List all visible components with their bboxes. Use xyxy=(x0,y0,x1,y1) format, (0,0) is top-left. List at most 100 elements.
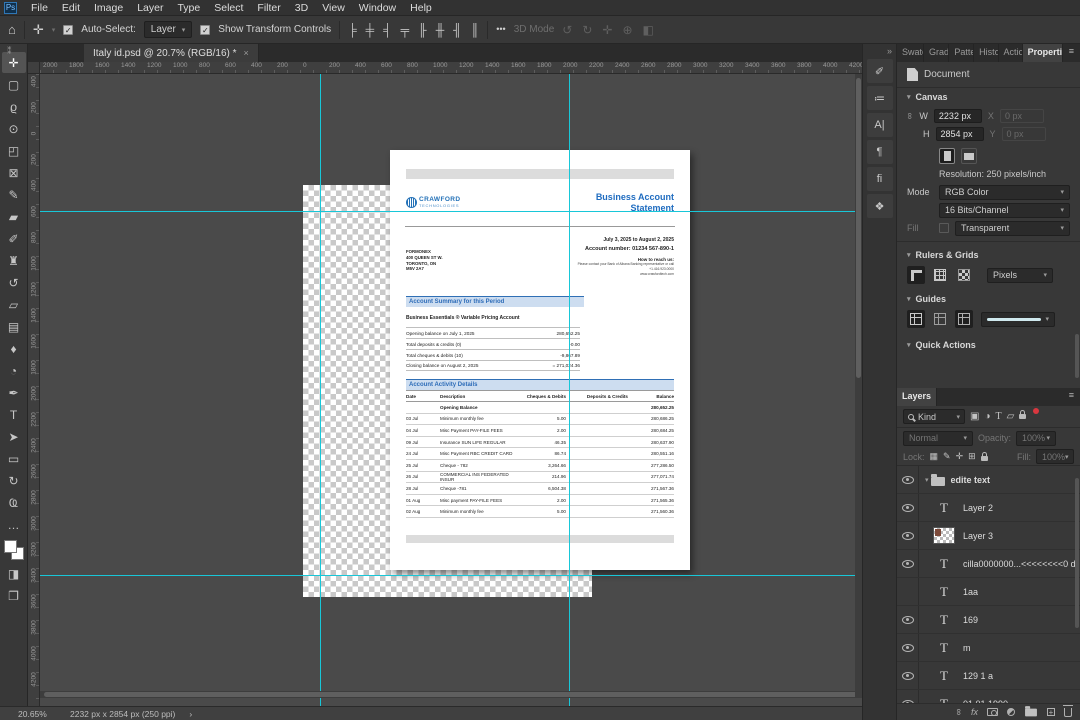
auto-select-target-dropdown[interactable]: Layer ▾ xyxy=(143,21,193,38)
move-tool-preset-icon[interactable]: ✛ xyxy=(33,23,44,36)
panel-menu-icon[interactable]: ≡ xyxy=(1063,44,1080,62)
brush-settings-panel-icon[interactable]: ≔ xyxy=(866,86,893,110)
toggle-guides-button[interactable] xyxy=(907,310,925,328)
guide-horizontal[interactable] xyxy=(40,211,862,212)
toggle-transparency-button[interactable] xyxy=(955,266,973,284)
group-expand-icon[interactable]: ▾ xyxy=(925,476,929,484)
healing-brush-tool[interactable]: ▰ xyxy=(2,206,26,227)
move-tool[interactable]: ✛ xyxy=(1,52,26,73)
layer-style-icon[interactable]: fx xyxy=(971,707,978,717)
bit-depth-select[interactable]: 16 Bits/Channel ▾ xyxy=(939,202,1070,218)
filter-toggle-icon[interactable] xyxy=(1033,408,1040,414)
menu-type[interactable]: Type xyxy=(170,2,207,14)
lock-all-icon[interactable] xyxy=(980,452,988,461)
align-left-icon[interactable]: ╞ xyxy=(348,23,357,37)
character-panel-icon[interactable]: A| xyxy=(866,113,893,137)
marquee-tool[interactable]: ▢ xyxy=(2,74,26,95)
add-mask-icon[interactable] xyxy=(987,707,998,716)
portrait-orientation-button[interactable] xyxy=(939,148,955,164)
new-group-icon[interactable] xyxy=(1025,706,1037,717)
canvas-area[interactable]: CRAWFORD TECHNOLOGIES Business Account St… xyxy=(40,74,862,706)
filter-adjustment-layers-icon[interactable]: ◑ xyxy=(984,411,990,422)
blur-tool[interactable]: ♦ xyxy=(2,338,26,359)
auto-select-checkbox[interactable]: ✓ xyxy=(63,24,74,35)
horizontal-ruler[interactable]: 2000 1800 1600 1400 1200 1000 800 600 400 200 0 200… xyxy=(40,62,862,74)
preset-chevron-icon[interactable]: ▾ xyxy=(52,26,56,34)
rulers-grids-section-header[interactable]: ▾ Rulers & Grids xyxy=(897,246,1080,264)
fill-checkbox[interactable] xyxy=(939,223,949,233)
eye-icon[interactable] xyxy=(901,559,914,568)
filter-kind-dropdown[interactable]: Kind ▾ xyxy=(903,409,965,424)
layer-row[interactable]: Tm xyxy=(897,634,1080,662)
expand-panels-icon[interactable]: » xyxy=(887,46,892,56)
visibility-cell[interactable] xyxy=(897,634,919,661)
history-brush-tool[interactable]: ↺ xyxy=(2,272,26,293)
visibility-cell[interactable] xyxy=(897,550,919,577)
menu-layer[interactable]: Layer xyxy=(130,2,170,14)
tab-properties[interactable]: Properties xyxy=(1022,44,1063,62)
status-chevron-icon[interactable]: › xyxy=(189,709,192,719)
layer-row[interactable]: Layer 3 xyxy=(897,522,1080,550)
menu-filter[interactable]: Filter xyxy=(250,2,287,14)
tab-actio[interactable]: Actio xyxy=(999,44,1023,62)
filter-type-layers-icon[interactable]: T xyxy=(996,411,1002,422)
filter-pixel-layers-icon[interactable]: ▣ xyxy=(970,411,979,422)
paragraph-panel-icon[interactable]: ¶ xyxy=(866,140,893,164)
height-field[interactable]: 2854 px xyxy=(935,127,984,141)
eye-icon[interactable] xyxy=(901,615,914,624)
canvas-section-header[interactable]: ▾ Canvas xyxy=(897,88,1080,106)
lock-artboard-icon[interactable]: ⊞ xyxy=(968,451,976,462)
distribute-gaps-icon[interactable]: ║ xyxy=(471,23,480,37)
guides-section-header[interactable]: ▾ Guides xyxy=(897,290,1080,308)
layer-row[interactable]: Tcilla0000000...<<<<<<<<0 d xyxy=(897,550,1080,578)
eye-icon[interactable] xyxy=(901,503,914,512)
distribute-center-icon[interactable]: ╫ xyxy=(436,23,445,37)
layer-row[interactable]: T 169 xyxy=(897,606,1080,634)
home-icon[interactable]: ⌂ xyxy=(8,23,16,36)
visibility-cell[interactable] xyxy=(897,522,919,549)
tab-gradi[interactable]: Gradi xyxy=(924,44,950,62)
visibility-cell[interactable] xyxy=(897,494,919,521)
close-tab-icon[interactable]: × xyxy=(244,48,249,58)
lock-guides-button[interactable] xyxy=(931,310,949,328)
link-dimensions-icon[interactable]: ∞ xyxy=(905,113,915,119)
new-layer-icon[interactable]: + xyxy=(1047,707,1055,716)
landscape-orientation-button[interactable] xyxy=(961,148,977,164)
menu-file[interactable]: File xyxy=(24,2,55,14)
menu-image[interactable]: Image xyxy=(87,2,130,14)
ruler-units-select[interactable]: Pixels ▾ xyxy=(987,267,1053,283)
menu-view[interactable]: View xyxy=(315,2,352,14)
tab-histo[interactable]: Histo xyxy=(974,44,999,62)
eye-icon[interactable] xyxy=(901,699,914,703)
horizontal-scrollbar[interactable] xyxy=(40,691,862,698)
layer-row[interactable]: ▾ edite text xyxy=(897,466,1080,494)
fill-select[interactable]: Transparent ▾ xyxy=(955,220,1070,236)
quick-actions-section-header[interactable]: ▾ Quick Actions xyxy=(897,336,1080,354)
brush-tool[interactable]: ✐ xyxy=(2,228,26,249)
lock-transparency-icon[interactable]: ▦ xyxy=(930,451,939,462)
eye-icon[interactable] xyxy=(901,671,914,680)
eye-icon[interactable] xyxy=(901,531,914,540)
more-options-icon[interactable]: ••• xyxy=(496,25,505,34)
distribute-right-icon[interactable]: ╢ xyxy=(453,23,462,37)
dodge-tool[interactable]: ◔ xyxy=(2,360,26,381)
glyphs-panel-icon[interactable]: fi xyxy=(866,167,893,191)
layer-row[interactable]: T 129 1 a xyxy=(897,662,1080,690)
layer-row[interactable]: T Layer 2 xyxy=(897,494,1080,522)
document-tab[interactable]: Italy id.psd @ 20.7% (RGB/16) * × xyxy=(84,44,259,62)
link-layers-icon[interactable]: ∞ xyxy=(954,708,964,714)
vertical-ruler[interactable]: 400 200 0 200 400 600 800 1000 1200 1400 1600 1800 2… xyxy=(28,74,40,706)
layer-row[interactable]: T 1aa xyxy=(897,578,1080,606)
screen-mode-icon[interactable]: ❐ xyxy=(2,585,26,606)
guide-vertical[interactable] xyxy=(569,74,570,706)
rotate-view-tool[interactable]: ↻ xyxy=(2,470,26,491)
align-center-horizontal-icon[interactable]: ╪ xyxy=(366,23,375,37)
pen-tool[interactable]: ✒ xyxy=(2,382,26,403)
width-field[interactable]: 2232 px xyxy=(933,109,982,123)
menu-help[interactable]: Help xyxy=(403,2,439,14)
align-right-icon[interactable]: ╡ xyxy=(383,23,392,37)
vertical-scrollbar[interactable] xyxy=(855,74,862,698)
object-selection-tool[interactable]: ⊙ xyxy=(2,118,26,139)
properties-scrollbar[interactable] xyxy=(1075,334,1079,378)
edit-toolbar-icon[interactable]: … xyxy=(2,514,26,535)
